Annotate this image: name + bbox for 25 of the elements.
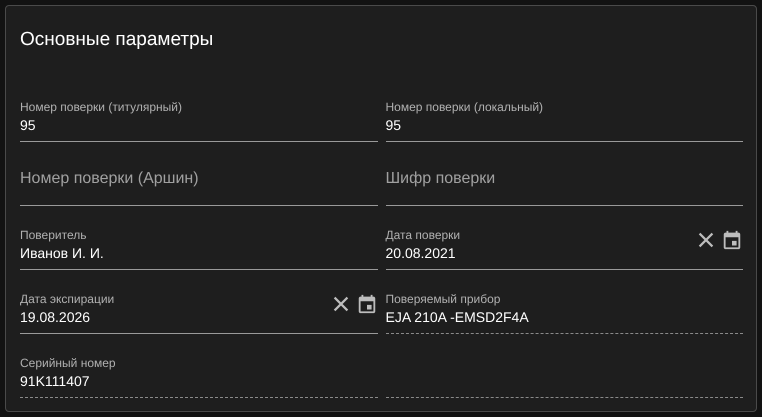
field-label: Дата экспирации <box>20 291 116 307</box>
card-title: Основные параметры <box>20 28 214 52</box>
input-field[interactable]: Дата экспирации 19.08.2026 <box>20 278 378 334</box>
field-value: EJA 210A -EMSD2F4A <box>386 308 530 327</box>
input-field[interactable]: Шифр поверки <box>386 150 743 206</box>
input-field[interactable]: Номер поверки (титулярный) 95 <box>20 86 378 142</box>
field-placeholder: Шифр поверки <box>386 169 496 189</box>
field-value: 95 <box>20 116 37 135</box>
field-label: Поверитель <box>20 227 88 243</box>
field-value: 95 <box>386 116 402 135</box>
input-field[interactable]: Поверитель Иванов И. И. <box>20 214 378 270</box>
field-value: 91K111407 <box>20 372 91 391</box>
field-label: Поверяемый прибор <box>386 291 502 307</box>
input-field[interactable]: Дата поверки 20.08.2021 <box>386 214 743 270</box>
field-value: Иванов И. И. <box>20 244 105 263</box>
input-field[interactable]: Номер поверки (Аршин) <box>20 150 378 206</box>
field-value: 20.08.2021 <box>386 244 457 263</box>
field-label: Номер поверки (локальный) <box>386 99 544 115</box>
field-label: Серийный номер <box>20 355 117 371</box>
field-label: Номер поверки (титулярный) <box>20 99 184 115</box>
field-placeholder: Номер поверки (Аршин) <box>20 169 200 189</box>
field-label: Дата поверки <box>386 227 462 243</box>
calendar-icon[interactable] <box>721 229 743 251</box>
input-field[interactable]: Номер поверки (локальный) 95 <box>386 86 743 142</box>
field-value: 19.08.2026 <box>20 308 92 327</box>
